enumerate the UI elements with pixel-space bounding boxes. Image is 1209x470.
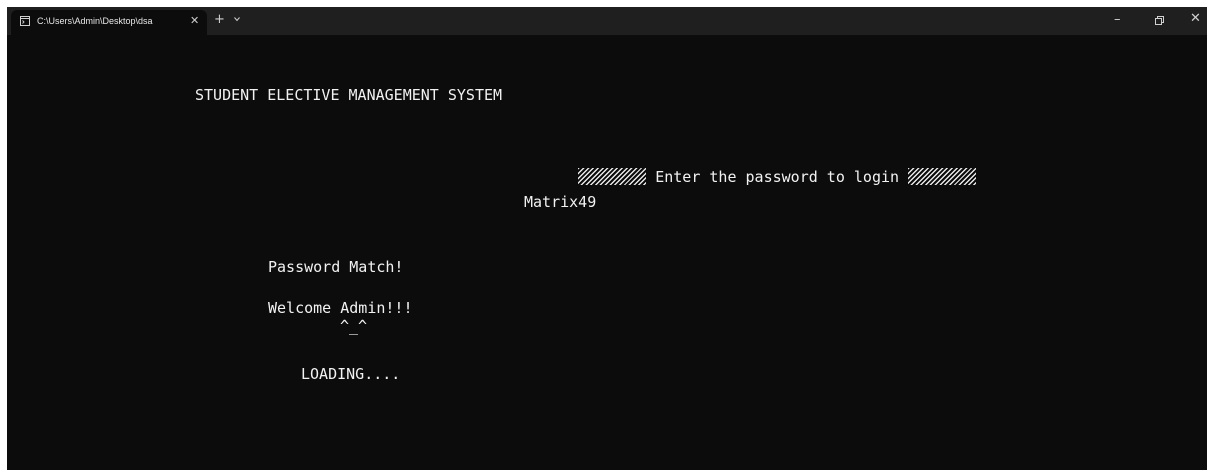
welcome-message: Welcome Admin!!! xyxy=(268,299,413,317)
terminal-window: C:\Users\Admin\Desktop\dsa ✕ + – ✕ STUDE… xyxy=(7,7,1207,470)
hatch-block-left xyxy=(578,168,647,185)
loading-message: LOADING.... xyxy=(301,365,401,383)
tab-title: C:\Users\Admin\Desktop\dsa xyxy=(37,16,153,26)
chevron-down-icon[interactable] xyxy=(234,16,240,22)
system-heading: STUDENT ELECTIVE MANAGEMENT SYSTEM xyxy=(195,86,503,104)
title-bar: C:\Users\Admin\Desktop\dsa ✕ + – ✕ xyxy=(7,7,1207,35)
maximize-icon[interactable] xyxy=(1155,16,1164,25)
emoticon: ^_^ xyxy=(340,317,368,335)
password-match-message: Password Match! xyxy=(268,258,404,276)
plus-icon[interactable]: + xyxy=(214,13,225,26)
tab-dsa[interactable]: C:\Users\Admin\Desktop\dsa ✕ xyxy=(11,10,207,35)
prompt-text: Enter the password to login xyxy=(646,168,909,186)
close-icon[interactable]: ✕ xyxy=(1190,12,1201,25)
console-output[interactable]: STUDENT ELECTIVE MANAGEMENT SYSTEM Enter… xyxy=(7,35,1207,470)
close-icon[interactable]: ✕ xyxy=(190,14,199,27)
password-input[interactable]: Matrix49 xyxy=(524,193,596,211)
minimize-icon[interactable]: – xyxy=(1114,13,1121,26)
terminal-icon xyxy=(20,16,30,26)
hatch-block-right xyxy=(908,168,977,185)
